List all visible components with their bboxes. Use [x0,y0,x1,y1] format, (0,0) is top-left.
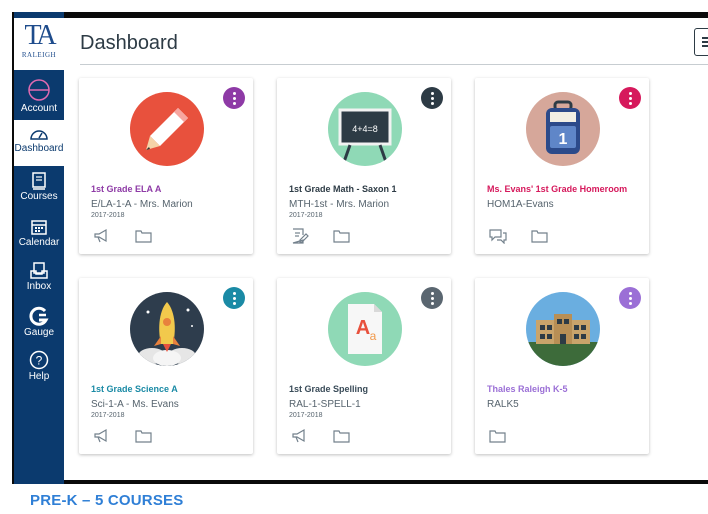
nav-account[interactable]: Account [14,78,64,114]
card-actions [289,428,439,446]
course-code: RALK5 [487,399,519,410]
card-options-button[interactable] [421,287,443,309]
card-options-button[interactable] [223,87,245,109]
backpack-icon: 1 [546,100,580,154]
course-name-link[interactable]: 1st Grade ELA A [91,184,251,194]
card-actions [487,428,637,446]
course-term: 2017-2018 [289,212,323,219]
card-options-button[interactable] [619,87,641,109]
course-code: RAL-1-SPELL-1 [289,399,361,410]
course-card[interactable]: 1 Ms. Evans' 1st Grade Homeroom HOM1A-Ev… [475,78,649,254]
account-icon [28,79,50,101]
announcements-icon[interactable] [93,428,111,444]
nav-label: Inbox [26,281,52,292]
nav-label: Dashboard [14,143,64,154]
help-icon: ? [29,350,49,370]
announcements-icon[interactable] [93,228,111,244]
courses-icon [32,172,46,190]
course-image: A a [328,292,402,366]
course-card[interactable]: Thales Raleigh K-5 RALK5 [475,278,649,454]
course-card[interactable]: 1st Grade ELA A E/LA-1-A - Mrs. Marion 2… [79,78,253,254]
screenshot-caption: PRE-K – 5 COURSES [30,492,184,509]
nav-label: Gauge [23,327,55,338]
files-icon[interactable] [333,228,351,244]
course-card-hero[interactable] [79,278,253,378]
global-navigation: TA RALEIGH Account Dashboard Courses Cal… [14,12,64,484]
files-icon[interactable] [135,228,153,244]
svg-text:a: a [370,329,377,343]
card-actions [91,228,241,246]
discussions-icon[interactable] [489,228,507,244]
course-image: 4+4=8 [328,92,402,166]
course-card-hero[interactable]: A a [277,278,451,378]
dashboard-icon [30,130,48,140]
course-image: 1 [526,92,600,166]
rocket-icon [138,302,196,366]
course-term: 2017-2018 [91,212,125,219]
course-card[interactable]: 4+4=8 1st Grade Math - Saxon 1 MTH-1st -… [277,78,451,254]
title-divider [80,64,708,65]
nav-gauge[interactable]: Gauge [14,306,64,338]
school-building-icon [526,314,600,366]
spelling-icon: A a [348,304,382,354]
nav-label: Calendar [18,237,60,248]
page-title: Dashboard [80,32,178,54]
logo-text: RALEIGH [21,51,57,59]
card-options-button[interactable] [223,287,245,309]
course-card-hero[interactable]: 1 [475,78,649,178]
card-options-button[interactable] [421,87,443,109]
course-name-link[interactable]: Ms. Evans' 1st Grade Homeroom [487,184,647,194]
course-code: MTH-1st - Mrs. Marion [289,199,389,210]
inbox-icon [30,262,48,279]
course-card-hero[interactable] [475,278,649,378]
course-image [130,292,204,366]
nav-courses[interactable]: Courses [14,172,64,202]
course-code: HOM1A-Evans [487,199,554,210]
course-term: 2017-2018 [289,412,323,419]
course-name-link[interactable]: 1st Grade Science A [91,384,251,394]
nav-inbox[interactable]: Inbox [14,262,64,292]
course-card[interactable]: A a 1st Grade Spelling RAL-1-SPELL-1 201… [277,278,451,454]
assignments-icon[interactable] [291,228,309,244]
card-actions [487,228,637,246]
nav-label: Account [20,103,58,114]
card-actions [91,428,241,446]
course-card[interactable]: 1st Grade Science A Sci-1-A - Ms. Evans … [79,278,253,454]
board-text: 4+4=8 [352,124,378,134]
course-name-link[interactable]: 1st Grade Spelling [289,384,449,394]
course-name-link[interactable]: Thales Raleigh K-5 [487,384,647,394]
announcements-icon[interactable] [291,428,309,444]
svg-text:1: 1 [559,131,568,148]
card-actions [289,228,439,246]
course-term: 2017-2018 [91,412,125,419]
nav-help[interactable]: ? Help [14,350,64,382]
calendar-icon [31,220,47,235]
nav-label: Help [28,371,50,382]
files-icon[interactable] [333,428,351,444]
gauge-icon [29,306,49,326]
course-name-link[interactable]: 1st Grade Math - Saxon 1 [289,184,449,194]
files-icon[interactable] [531,228,549,244]
course-card-hero[interactable] [79,78,253,178]
svg-text:A: A [356,317,370,339]
svg-text:?: ? [36,354,43,368]
logo-mark: TA [24,20,56,51]
course-image [526,292,600,366]
dashboard-options-button[interactable] [694,28,708,56]
card-options-button[interactable] [619,287,641,309]
nav-dashboard[interactable]: Dashboard [14,120,64,166]
course-code: E/LA-1-A - Mrs. Marion [91,199,193,210]
course-code: Sci-1-A - Ms. Evans [91,399,179,410]
school-logo[interactable]: TA RALEIGH [14,18,64,70]
nav-calendar[interactable]: Calendar [14,218,64,248]
files-icon[interactable] [135,428,153,444]
device-screen: TA RALEIGH Account Dashboard Courses Cal… [12,12,708,484]
nav-label: Courses [20,191,58,202]
files-icon[interactable] [489,428,507,444]
course-card-hero[interactable]: 4+4=8 [277,78,451,178]
pencil-icon [146,108,188,150]
chalkboard-icon: 4+4=8 [338,108,392,163]
dashboard-main: Dashboard 1st Grade ELA A E/LA-1-A - Mrs… [64,18,708,480]
course-image [130,92,204,166]
